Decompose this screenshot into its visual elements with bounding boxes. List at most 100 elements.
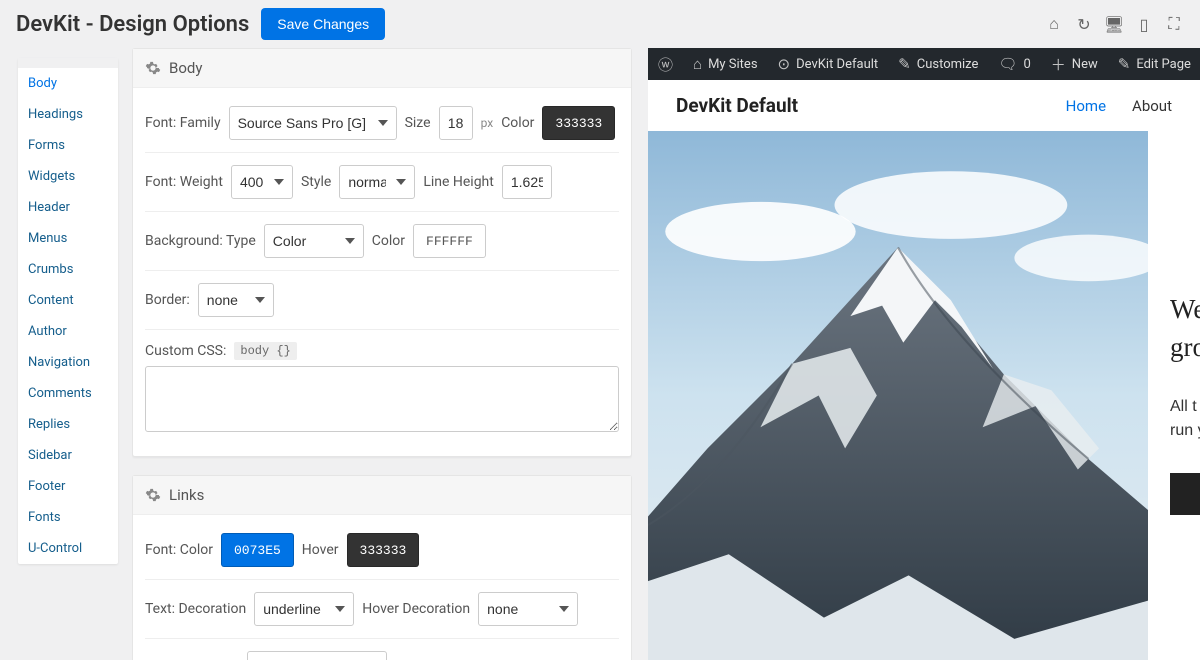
sidebar-item-widgets[interactable]: Widgets bbox=[18, 161, 118, 192]
gear-icon bbox=[145, 60, 161, 76]
mobile-icon[interactable]: ▯ bbox=[1134, 14, 1154, 34]
wordpress-icon: ⓦ bbox=[658, 54, 673, 75]
panel-head-links[interactable]: Links bbox=[133, 476, 631, 515]
hero-text: We gro All t run y bbox=[1148, 131, 1200, 660]
fullscreen-icon[interactable]: ⛶ bbox=[1164, 14, 1184, 34]
hero-p2: run y bbox=[1170, 422, 1200, 439]
comment-icon: 🗨 bbox=[998, 55, 1017, 73]
color-label: Color bbox=[501, 115, 534, 131]
hero-image bbox=[648, 131, 1148, 660]
hero: We gro All t run y bbox=[648, 131, 1200, 660]
text-deco-select[interactable]: underline bbox=[254, 592, 354, 626]
transition-input[interactable] bbox=[247, 651, 387, 660]
pencil-icon: ✎ bbox=[1118, 55, 1131, 73]
site-switch[interactable]: ⊙ DevKit Default bbox=[768, 55, 889, 73]
sidebar-item-menus[interactable]: Menus bbox=[18, 223, 118, 254]
site-nav: Home About bbox=[1066, 97, 1172, 115]
border-label: Border: bbox=[145, 292, 190, 308]
my-sites-label: My Sites bbox=[708, 57, 757, 72]
border-select[interactable]: none bbox=[198, 283, 274, 317]
font-color-swatch[interactable]: 333333 bbox=[542, 106, 615, 140]
panel-title: Links bbox=[169, 486, 204, 504]
sidebar-item-content[interactable]: Content bbox=[18, 285, 118, 316]
text-deco-label: Text: Decoration bbox=[145, 601, 246, 617]
customcss-selector: body {} bbox=[234, 342, 296, 360]
font-family-label: Font: Family bbox=[145, 115, 221, 131]
topbar: DevKit - Design Options Save Changes ⌂ ↻… bbox=[0, 0, 1200, 48]
sidebar: Body Headings Forms Widgets Header Menus… bbox=[18, 58, 118, 564]
customcss-textarea[interactable] bbox=[145, 366, 619, 432]
sidebar-item-crumbs[interactable]: Crumbs bbox=[18, 254, 118, 285]
size-unit: px bbox=[481, 116, 494, 130]
font-family-select[interactable]: Source Sans Pro [G] bbox=[229, 106, 397, 140]
hero-p1: All t bbox=[1170, 398, 1197, 415]
sidebar-item-replies[interactable]: Replies bbox=[18, 409, 118, 440]
hero-heading-1: We bbox=[1170, 294, 1200, 324]
size-input[interactable] bbox=[439, 106, 473, 140]
page-title: DevKit - Design Options bbox=[16, 12, 249, 37]
sidebar-item-navigation[interactable]: Navigation bbox=[18, 347, 118, 378]
style-label: Style bbox=[301, 174, 331, 190]
sidebar-item-headings[interactable]: Headings bbox=[18, 99, 118, 130]
comments-label: 0 bbox=[1023, 57, 1030, 72]
panel-links: Links Font: Color 0073E5 Hover 333333 Te… bbox=[132, 475, 632, 660]
hover-label: Hover bbox=[302, 542, 339, 558]
link-color-swatch[interactable]: 0073E5 bbox=[221, 533, 294, 567]
customize[interactable]: ✎ Customize bbox=[888, 55, 988, 73]
panel-title: Body bbox=[169, 59, 202, 77]
bg-color-label: Color bbox=[372, 233, 405, 249]
font-weight-select[interactable]: 400 bbox=[231, 165, 293, 199]
hover-deco-label: Hover Decoration bbox=[362, 601, 470, 617]
my-sites[interactable]: ⌂ My Sites bbox=[683, 55, 768, 73]
sidebar-item-forms[interactable]: Forms bbox=[18, 130, 118, 161]
panel-body: Body Font: Family Source Sans Pro [G] Si… bbox=[132, 48, 632, 457]
sidebar-item-u-control[interactable]: U-Control bbox=[18, 533, 118, 564]
reload-icon[interactable]: ↻ bbox=[1074, 14, 1094, 34]
site-title: DevKit Default bbox=[676, 94, 798, 117]
lineheight-label: Line Height bbox=[423, 174, 494, 190]
hover-color-swatch[interactable]: 333333 bbox=[347, 533, 420, 567]
sidebar-item-header[interactable]: Header bbox=[18, 192, 118, 223]
size-label: Size bbox=[405, 115, 431, 131]
sidebar-item-footer[interactable]: Footer bbox=[18, 471, 118, 502]
edit-page[interactable]: ✎ Edit Page bbox=[1108, 55, 1200, 73]
hero-heading-2: gro bbox=[1170, 332, 1200, 362]
new-content[interactable]: ＋ New bbox=[1041, 54, 1108, 75]
edit-label: Edit Page bbox=[1136, 57, 1191, 72]
plus-icon: ＋ bbox=[1051, 54, 1066, 75]
hover-deco-select[interactable]: none bbox=[478, 592, 578, 626]
bg-type-select[interactable]: Color bbox=[264, 224, 364, 258]
font-weight-label: Font: Weight bbox=[145, 174, 223, 190]
new-label: New bbox=[1072, 57, 1098, 72]
sites-icon: ⌂ bbox=[693, 55, 702, 73]
sidebar-item-sidebar[interactable]: Sidebar bbox=[18, 440, 118, 471]
brush-icon: ✎ bbox=[898, 55, 911, 73]
link-font-color-label: Font: Color bbox=[145, 542, 213, 558]
hero-cta-button[interactable] bbox=[1170, 473, 1200, 515]
sidebar-item-fonts[interactable]: Fonts bbox=[18, 502, 118, 533]
comments-count[interactable]: 🗨0 bbox=[988, 55, 1040, 73]
site-header: DevKit Default Home About bbox=[648, 80, 1200, 131]
toolbar-icons: ⌂ ↻ 🖥 ▯ ⛶ bbox=[1044, 14, 1184, 34]
sidebar-item-author[interactable]: Author bbox=[18, 316, 118, 347]
site-name-label: DevKit Default bbox=[796, 57, 878, 72]
desktop-icon[interactable]: 🖥 bbox=[1104, 14, 1124, 34]
sidebar-item-body[interactable]: Body bbox=[18, 68, 118, 99]
wp-admin-bar: ⓦ ⌂ My Sites ⊙ DevKit Default ✎ Customize 🗨… bbox=[648, 48, 1200, 80]
preview-pane: ⓦ ⌂ My Sites ⊙ DevKit Default ✎ Customize 🗨… bbox=[648, 48, 1200, 660]
wp-logo[interactable]: ⓦ bbox=[648, 54, 683, 75]
nav-about[interactable]: About bbox=[1132, 97, 1172, 115]
nav-home[interactable]: Home bbox=[1066, 97, 1106, 115]
panel-head-body[interactable]: Body bbox=[133, 49, 631, 88]
sidebar-item-comments[interactable]: Comments bbox=[18, 378, 118, 409]
gear-icon bbox=[145, 487, 161, 503]
customize-label: Customize bbox=[917, 57, 979, 72]
bg-type-label: Background: Type bbox=[145, 233, 256, 249]
customcss-label: Custom CSS: bbox=[145, 343, 226, 359]
home-icon[interactable]: ⌂ bbox=[1044, 14, 1064, 34]
lineheight-input[interactable] bbox=[502, 165, 552, 199]
style-select[interactable]: normal bbox=[339, 165, 415, 199]
dashboard-icon: ⊙ bbox=[778, 55, 791, 73]
bg-color-swatch[interactable]: FFFFFF bbox=[413, 224, 486, 258]
save-button[interactable]: Save Changes bbox=[261, 8, 385, 40]
